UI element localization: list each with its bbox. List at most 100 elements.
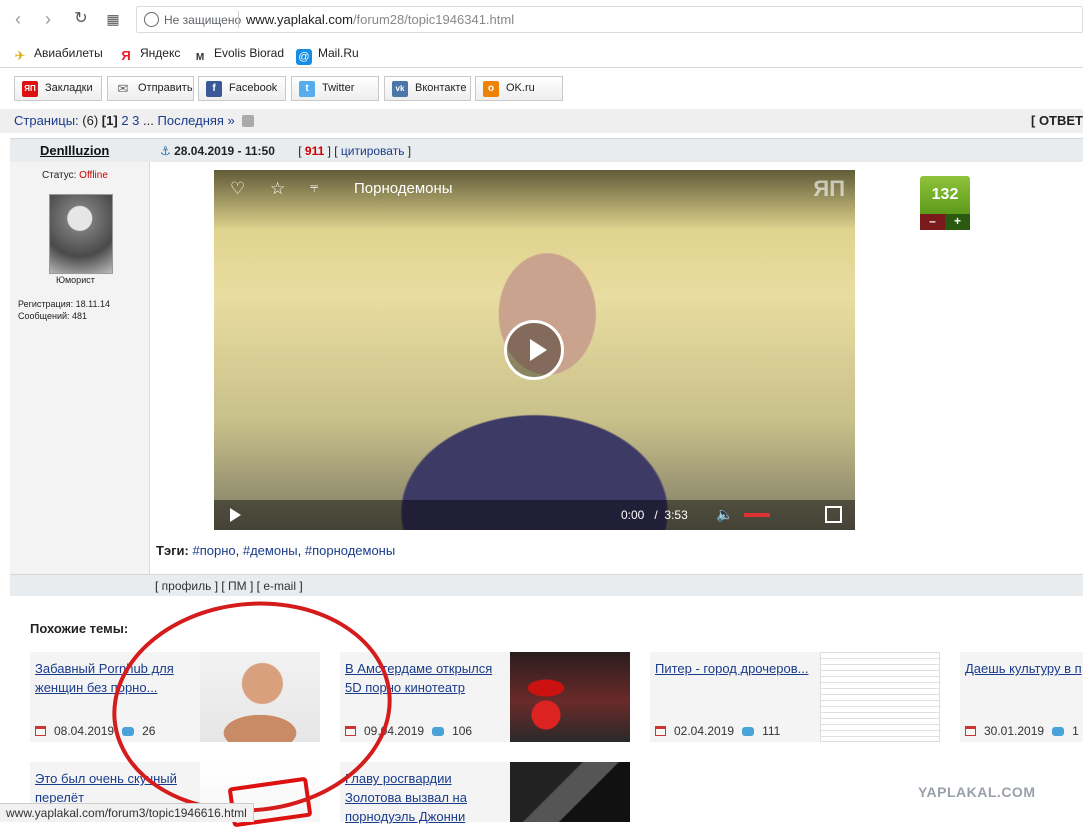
twitter-button[interactable]: t Twitter bbox=[291, 76, 379, 101]
security-label[interactable]: Не защищено bbox=[164, 13, 241, 27]
rating-minus-button[interactable]: – bbox=[920, 214, 945, 230]
share-icon[interactable]: ⫧ bbox=[310, 179, 318, 196]
dropdown-icon[interactable] bbox=[242, 115, 255, 127]
tag-link[interactable]: #порнодемоны bbox=[305, 543, 395, 558]
url-path: /forum28/topic1946341.html bbox=[352, 12, 515, 27]
volume-icon[interactable]: 🔈 bbox=[716, 506, 733, 523]
topic-meta: 02.04.2019 111 bbox=[655, 724, 780, 738]
calendar-icon bbox=[35, 726, 46, 736]
topic-comments: 106 bbox=[452, 724, 473, 738]
browser-toolbar: ‹ › ↻ ▦ Не защищено www.yaplakal.com/for… bbox=[0, 0, 1083, 38]
post-number-link[interactable]: 911 bbox=[305, 144, 324, 158]
last-page-link[interactable]: Последняя » bbox=[158, 113, 235, 128]
quote-link[interactable]: цитировать bbox=[341, 144, 405, 158]
time-separator: / bbox=[654, 508, 658, 522]
post-footer: [ профиль ] [ ПМ ] [ e-mail ] bbox=[10, 574, 1083, 596]
pages-label[interactable]: Страницы: bbox=[14, 113, 79, 128]
topic-thumbnail[interactable] bbox=[510, 762, 630, 822]
page-3-link[interactable]: 3 bbox=[132, 113, 139, 128]
bookmark-label: Авиабилеты bbox=[34, 46, 103, 60]
similar-topic-card[interactable]: Питер - город дрочеров... 02.04.2019 111 bbox=[650, 652, 940, 742]
status-bar-url: www.yaplakal.com/forum3/topic1946616.htm… bbox=[0, 803, 254, 822]
yandex-icon: Я bbox=[121, 48, 131, 63]
share-label: Отправить bbox=[138, 82, 193, 94]
facebook-button[interactable]: f Facebook bbox=[198, 76, 286, 101]
bookmark-label: Evolis Biorad bbox=[214, 46, 285, 60]
bookmark-label: Mail.Ru bbox=[318, 46, 359, 60]
time-current: 0:00 bbox=[621, 508, 645, 522]
topic-thumbnail[interactable] bbox=[820, 652, 940, 742]
tag-link[interactable]: #демоны bbox=[243, 543, 298, 558]
profile-link[interactable]: профиль bbox=[162, 579, 212, 593]
bookmark-evolis[interactable]: M Evolis Biorad bbox=[192, 44, 285, 63]
topic-date: 02.04.2019 bbox=[674, 724, 735, 738]
author-name[interactable]: DenIlluzion bbox=[40, 143, 109, 158]
play-icon[interactable] bbox=[504, 320, 564, 380]
play-small-icon[interactable] bbox=[230, 508, 241, 522]
url-text[interactable]: www.yaplakal.com/forum28/topic1946341.ht… bbox=[246, 12, 514, 27]
share-label: Facebook bbox=[229, 82, 278, 94]
forward-icon[interactable]: › bbox=[38, 9, 58, 29]
status-line: Статус: Offline bbox=[42, 170, 108, 181]
bookmark-yandex[interactable]: Я Яндекс bbox=[118, 44, 181, 63]
twitter-icon: t bbox=[299, 81, 315, 97]
ok-icon: o bbox=[483, 81, 499, 97]
rating-value: 132 bbox=[920, 176, 970, 214]
topic-thumbnail[interactable] bbox=[510, 652, 630, 742]
volume-slider[interactable] bbox=[744, 513, 770, 517]
bookmark-label: Яндекс bbox=[140, 46, 181, 60]
current-page: [1] bbox=[101, 113, 118, 128]
pm-link[interactable]: ПМ bbox=[228, 579, 247, 593]
comments-icon bbox=[742, 727, 755, 736]
bookmarks-bar: ✈ Авиабилеты Я Яндекс M Evolis Biorad @ Mail… bbox=[0, 38, 1083, 68]
reload-icon[interactable]: ↻ bbox=[71, 9, 91, 29]
post-header: DenIlluzion ⚓ 28.04.2019 - 11:50 [ 911 ]… bbox=[10, 138, 1083, 162]
okru-button[interactable]: o OK.ru bbox=[475, 76, 563, 101]
similar-topic-card[interactable]: Даешь культуру в п 30.01.2019 1 bbox=[960, 652, 1083, 742]
page-content: ЯП Закладки ✉ Отправить f Facebook t Twitter… bbox=[0, 68, 1083, 827]
vkontakte-button[interactable]: vk Вконтакте bbox=[384, 76, 471, 101]
similar-topic-link[interactable]: Питер - город дрочеров... bbox=[655, 659, 815, 678]
topic-meta: 30.01.2019 1 bbox=[965, 724, 1079, 738]
similar-topic-link[interactable]: Даешь культуру в п bbox=[965, 659, 1083, 678]
avatar[interactable] bbox=[49, 194, 113, 274]
similar-topic-link[interactable]: Главу росгвардии Золотова вызвал на порн… bbox=[345, 769, 505, 826]
anchor-icon[interactable]: ⚓ bbox=[160, 144, 171, 158]
similar-topic-card[interactable]: Главу росгвардии Золотова вызвал на порн… bbox=[340, 762, 630, 824]
tag-link[interactable]: #порно bbox=[192, 543, 235, 558]
bookmarks-button[interactable]: ЯП Закладки bbox=[14, 76, 102, 101]
star-icon[interactable]: ☆ bbox=[270, 179, 285, 199]
status-label: Статус: bbox=[42, 170, 77, 181]
url-domain: www.yaplakal.com bbox=[246, 12, 353, 27]
reply-button[interactable]: [ ОТВЕТ bbox=[1031, 113, 1083, 128]
video-player[interactable]: ♡ ☆ ⫧ Порнодемоны ЯП 0:00 / 3:53 🔈 bbox=[214, 170, 855, 530]
fullscreen-icon[interactable] bbox=[825, 506, 842, 523]
share-label: OK.ru bbox=[506, 82, 535, 94]
share-label: Twitter bbox=[322, 82, 355, 94]
rating-plus-button[interactable]: + bbox=[945, 214, 970, 230]
video-title[interactable]: Порнодемоны bbox=[354, 180, 453, 197]
email-link[interactable]: e-mail bbox=[263, 579, 296, 593]
rating-widget: 132 – + bbox=[920, 176, 970, 230]
address-bar[interactable]: Не защищено www.yaplakal.com/forum28/top… bbox=[136, 6, 1083, 33]
share-label: Вконтакте bbox=[415, 82, 467, 94]
user-rank: Юморист bbox=[56, 275, 95, 285]
calendar-icon bbox=[655, 726, 666, 736]
apps-grid-icon[interactable]: ▦ bbox=[103, 9, 123, 29]
bookmark-aviabilety[interactable]: ✈ Авиабилеты bbox=[12, 44, 103, 63]
bookmark-mailru[interactable]: @ Mail.Ru bbox=[296, 44, 359, 65]
similar-topics-title: Похожие темы: bbox=[30, 621, 129, 636]
page-2-link[interactable]: 2 bbox=[121, 113, 128, 128]
video-controls: 0:00 / 3:53 🔈 bbox=[214, 500, 855, 530]
heart-icon[interactable]: ♡ bbox=[230, 179, 245, 199]
send-button[interactable]: ✉ Отправить bbox=[107, 76, 194, 101]
topic-comments: 111 bbox=[762, 724, 781, 738]
registration-date: Регистрация: 18.11.14 bbox=[18, 299, 110, 309]
mailru-icon: @ bbox=[296, 49, 312, 65]
video-logo: ЯП bbox=[813, 176, 845, 201]
message-count: Сообщений: 481 bbox=[18, 311, 88, 321]
post-body: ♡ ☆ ⫧ Порнодемоны ЯП 0:00 / 3:53 🔈 132 –… bbox=[150, 162, 1083, 576]
author-sidebar: Статус: Offline Юморист Регистрация: 18.… bbox=[10, 162, 150, 576]
time-total: 3:53 bbox=[664, 508, 688, 522]
back-icon[interactable]: ‹ bbox=[8, 9, 28, 29]
